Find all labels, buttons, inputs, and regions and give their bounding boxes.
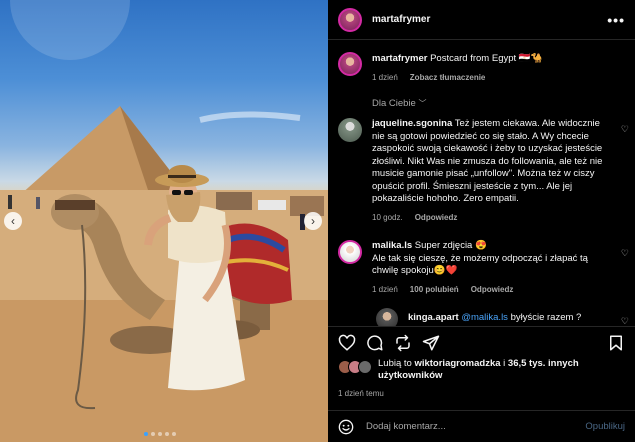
post-date[interactable]: 1 dzień temu bbox=[338, 389, 384, 398]
share-icon[interactable] bbox=[394, 334, 412, 352]
comment-item: jaqueline.sgonina Też jestem ciekawa. Al… bbox=[328, 118, 635, 224]
carousel-dot bbox=[144, 432, 148, 436]
author-username[interactable]: martafrymer bbox=[372, 14, 430, 25]
comment-age[interactable]: 1 dzień bbox=[372, 284, 398, 297]
comment-age[interactable]: 10 godz. bbox=[372, 212, 403, 225]
emoji-icon[interactable] bbox=[338, 419, 354, 435]
commenter-avatar[interactable] bbox=[338, 118, 362, 142]
commenter-avatar[interactable] bbox=[376, 308, 398, 326]
chevron-left-icon: ‹ bbox=[11, 214, 15, 228]
comment-likes[interactable]: 100 polubień bbox=[410, 284, 459, 297]
post-photo[interactable]: ‹ › bbox=[0, 0, 328, 442]
post-actions-bar bbox=[328, 326, 635, 358]
translate-link[interactable]: Zobacz tłumaczenie bbox=[410, 71, 486, 84]
likes-summary: Lubią to wiktoriagromadzka i 36,5 tys. i… bbox=[338, 358, 625, 382]
caption-username[interactable]: martafrymer bbox=[372, 53, 427, 64]
carousel-dot bbox=[172, 432, 176, 436]
comment-text-continued: Ale tak się cieszę, że możemy odpocząć i… bbox=[372, 252, 588, 277]
post-header: martafrymer ••• bbox=[328, 0, 635, 40]
comment-icon[interactable] bbox=[366, 334, 384, 352]
reply-button[interactable]: Odpowiedz bbox=[471, 284, 514, 297]
reply-item: kinga.apart @malika.ls byłyście razem ? … bbox=[328, 308, 635, 326]
heart-icon[interactable]: ♡ bbox=[621, 124, 629, 135]
mention-link[interactable]: @malika.ls bbox=[461, 312, 508, 323]
comments-scroll-area[interactable]: martafrymer Postcard from Egypt 🇪🇬🐪 1 dz… bbox=[328, 41, 635, 326]
carousel-indicator bbox=[144, 432, 176, 436]
more-icon[interactable]: ••• bbox=[607, 12, 625, 28]
heart-icon[interactable]: ♡ bbox=[621, 316, 629, 326]
likes-mid: i bbox=[500, 358, 508, 369]
heart-icon[interactable]: ♡ bbox=[621, 248, 629, 259]
post-caption: martafrymer Postcard from Egypt 🇪🇬🐪 1 dz… bbox=[328, 41, 635, 84]
reply-button[interactable]: Odpowiedz bbox=[415, 212, 458, 225]
comment-username[interactable]: kinga.apart bbox=[408, 312, 459, 323]
comment-composer: Dodaj komentarz... Opublikuj bbox=[328, 410, 635, 442]
chevron-down-icon: ﹀ bbox=[418, 99, 427, 108]
caption-text: Postcard from Egypt 🇪🇬🐪 bbox=[430, 53, 543, 64]
heart-icon[interactable] bbox=[338, 334, 356, 352]
comment-input[interactable]: Dodaj komentarz... bbox=[366, 421, 585, 432]
carousel-dot bbox=[158, 432, 162, 436]
caption-avatar[interactable] bbox=[338, 52, 362, 76]
comment-sort-dropdown[interactable]: Dla Ciebie ﹀ bbox=[372, 98, 635, 109]
comment-item: malika.ls Super zdjęcia 😍 Ale tak się ci… bbox=[328, 240, 635, 296]
comment-text: Super zdjęcia 😍 bbox=[414, 240, 487, 251]
comment-username[interactable]: jaqueline.sgonina bbox=[372, 118, 452, 129]
chevron-right-icon: › bbox=[311, 214, 315, 228]
post-side-panel: martafrymer ••• martafrymer Postcard fro… bbox=[328, 0, 635, 442]
comment-username[interactable]: malika.ls bbox=[372, 240, 412, 251]
liker-avatar bbox=[358, 360, 372, 374]
bookmark-icon[interactable] bbox=[607, 334, 625, 352]
comment-text: Też jestem ciekawa. Ale widocznie nie są… bbox=[372, 118, 603, 204]
likes-prefix: Lubią to bbox=[378, 358, 415, 369]
author-avatar[interactable] bbox=[338, 7, 362, 32]
caption-age[interactable]: 1 dzień bbox=[372, 71, 398, 84]
photo-scene bbox=[0, 0, 328, 442]
next-photo-button[interactable]: › bbox=[304, 212, 322, 230]
carousel-dot bbox=[151, 432, 155, 436]
previous-photo-button[interactable]: ‹ bbox=[4, 212, 22, 230]
publish-button[interactable]: Opublikuj bbox=[585, 421, 625, 432]
commenter-avatar[interactable] bbox=[338, 240, 362, 264]
send-icon[interactable] bbox=[422, 334, 440, 352]
carousel-dot bbox=[165, 432, 169, 436]
comment-text: byłyście razem ? bbox=[510, 312, 582, 323]
liker-avatars bbox=[338, 360, 372, 382]
sort-label: Dla Ciebie bbox=[372, 98, 416, 109]
likes-user[interactable]: wiktoriagromadzka bbox=[414, 358, 500, 369]
